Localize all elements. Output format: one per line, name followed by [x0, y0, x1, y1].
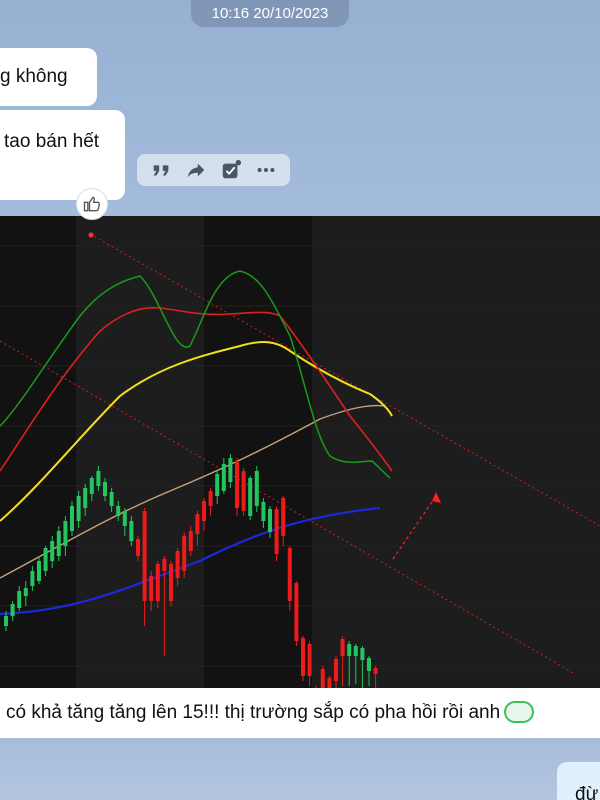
message-bubble-received[interactable]: có khả tăng tăng lên 15!!! thị trường sắ…	[0, 688, 600, 738]
candle-body	[287, 548, 292, 601]
message-bubble-received[interactable]: g không	[0, 48, 97, 106]
candle-body	[122, 511, 127, 526]
candlestick-chart	[0, 216, 600, 688]
candle-body	[235, 461, 239, 508]
candle-body	[37, 561, 41, 581]
trend-anchor	[88, 232, 94, 238]
message-text: đừ	[575, 784, 599, 800]
candle-body	[281, 498, 286, 536]
message-text: có khả tăng tăng lên 15!!! thị trường sắ…	[6, 702, 501, 723]
chat-background	[0, 738, 600, 800]
candle-body	[96, 471, 101, 486]
candle-body	[23, 588, 28, 596]
message-action-toolbar	[137, 154, 290, 186]
candle-body	[169, 564, 173, 601]
candle-body	[195, 514, 200, 534]
candle-body	[149, 576, 154, 601]
candle-body	[202, 501, 206, 521]
candle-body	[268, 509, 272, 532]
candle-body	[188, 531, 193, 551]
candle-body	[142, 511, 147, 601]
candle-body	[254, 471, 259, 506]
candle-body	[261, 502, 266, 521]
chart-shaded-band	[312, 216, 600, 688]
candle-body	[155, 564, 160, 601]
sticker-icon	[504, 701, 535, 723]
candle-body	[248, 478, 253, 516]
candle-body	[334, 659, 338, 681]
candle-body	[76, 496, 81, 521]
message-bubble-sent[interactable]: đừ	[557, 762, 600, 800]
candle-body	[221, 464, 226, 491]
candle-body	[116, 506, 121, 516]
forward-icon[interactable]	[183, 157, 209, 183]
candle-body	[17, 591, 22, 608]
quote-icon[interactable]	[148, 157, 174, 183]
candle-body	[50, 541, 55, 561]
candle-body	[89, 478, 94, 494]
candle-body	[182, 536, 187, 571]
candle-body	[43, 548, 48, 571]
candle-body	[4, 616, 8, 626]
candle-body	[360, 648, 365, 660]
candle-body	[301, 638, 305, 676]
date-timestamp: 10:16 20/10/2023	[191, 0, 349, 27]
candle-body	[228, 458, 233, 482]
candle-body	[30, 571, 35, 586]
candle-body	[109, 492, 114, 506]
candle-body	[70, 506, 74, 531]
candle-body	[175, 551, 180, 578]
candle-body	[320, 669, 325, 688]
candle-body	[353, 646, 358, 656]
candle-body	[241, 471, 246, 511]
message-bubble-received[interactable]: tao bán hết	[0, 110, 125, 200]
candle-body	[103, 482, 107, 496]
candle-body	[215, 474, 220, 496]
candle-body	[347, 644, 352, 656]
candle-body	[327, 678, 332, 688]
candle-body	[162, 559, 167, 571]
candle-body	[83, 488, 88, 508]
message-text: g không	[0, 66, 68, 87]
candle-body	[274, 509, 279, 554]
candle-body	[56, 531, 61, 556]
candle-body	[373, 668, 378, 674]
thumbs-up-icon	[83, 196, 101, 212]
chart-shaded-band	[76, 216, 204, 688]
candle-body	[129, 521, 134, 541]
candle-body	[340, 639, 345, 656]
candle-body	[63, 521, 68, 546]
chart-image[interactable]	[0, 216, 600, 688]
more-icon[interactable]	[253, 157, 279, 183]
candle-body	[208, 491, 213, 506]
candle-body	[367, 658, 371, 671]
candle-body	[136, 539, 140, 556]
message-text: tao bán hết	[4, 131, 100, 152]
candle-body	[10, 604, 15, 616]
like-reaction-button[interactable]	[76, 188, 108, 220]
candle-body	[307, 644, 312, 676]
candle-body	[294, 583, 299, 641]
task-icon[interactable]	[218, 157, 244, 183]
